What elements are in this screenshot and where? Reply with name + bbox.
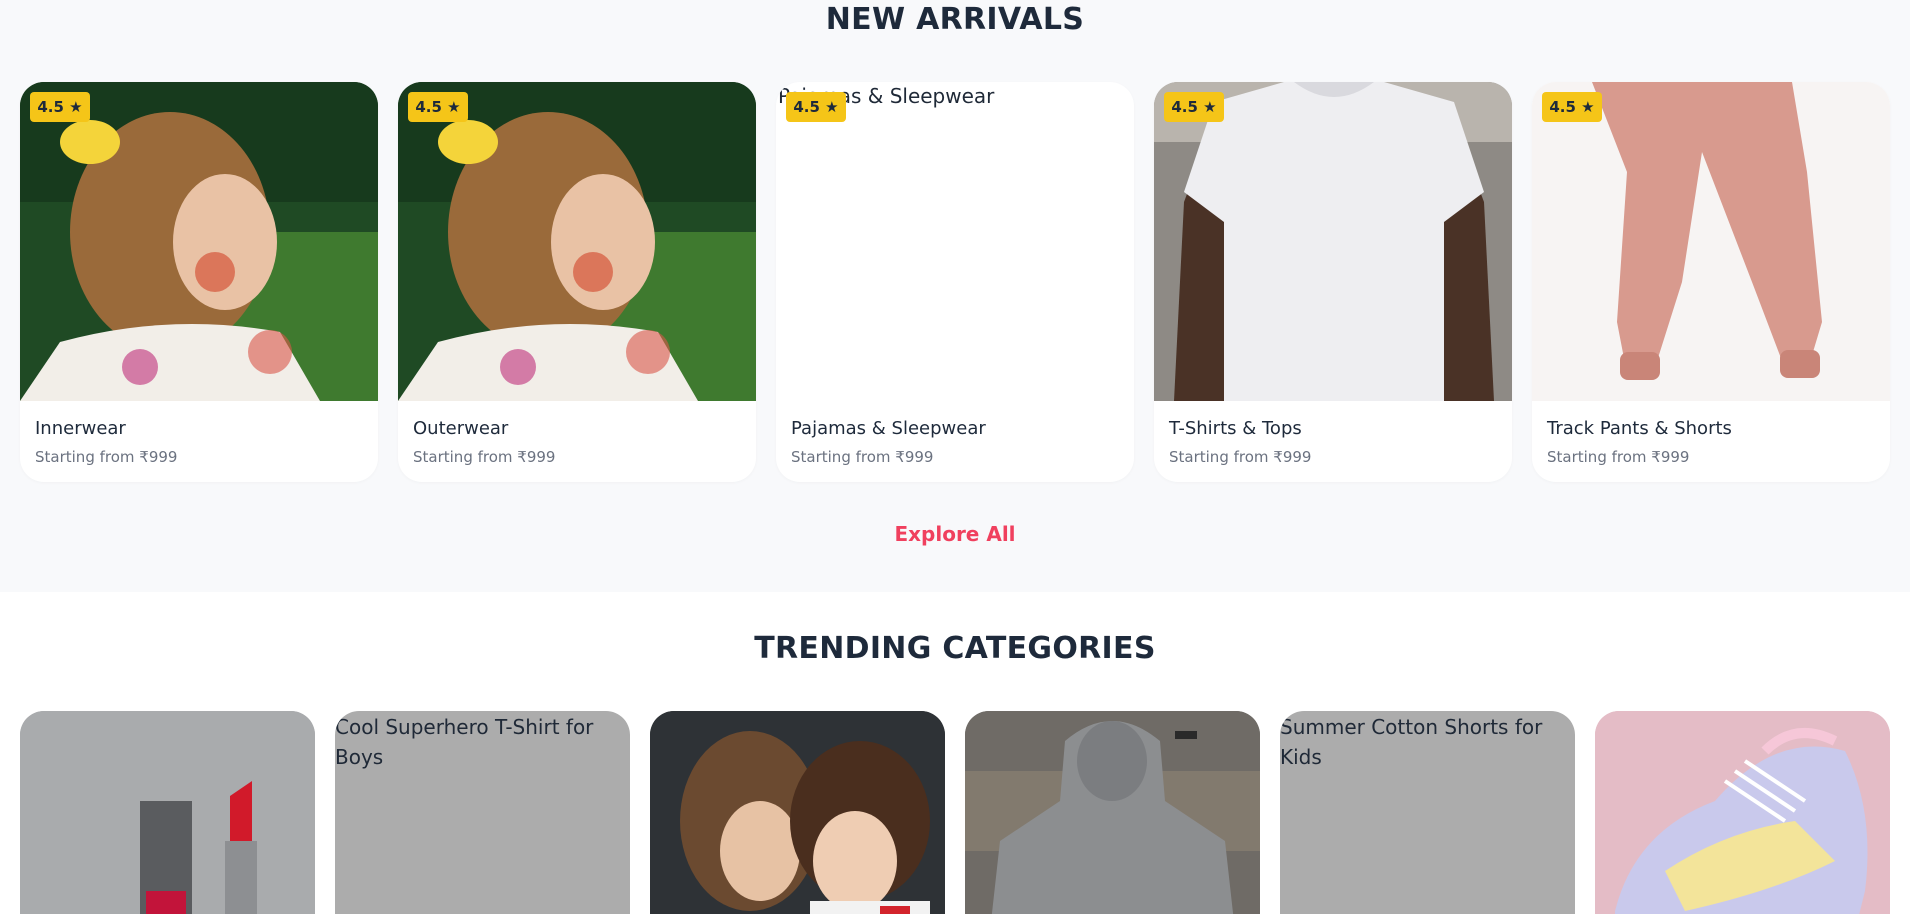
category-card-sneakers[interactable] (1595, 711, 1890, 914)
product-price: Starting from ₹999 (791, 448, 934, 466)
product-image-broken: Pajamas & Sleepwear (776, 82, 1134, 401)
trending-categories-heading: TRENDING CATEGORIES (754, 631, 1156, 666)
category-image (1595, 711, 1890, 914)
image-alt-text: Cool Superhero T-Shirt for Boys (335, 715, 594, 769)
product-name[interactable]: Innerwear (35, 418, 126, 439)
product-name[interactable]: Track Pants & Shorts (1547, 418, 1732, 439)
rating-badge: 4.5 ★ (786, 92, 846, 122)
new-arrivals-section: NEW ARRIVALS 4.5 ★ Innerwear Starting fr… (0, 0, 1910, 592)
product-card-track-pants-shorts[interactable]: 4.5 ★ Track Pants & Shorts Starting from… (1532, 82, 1890, 482)
product-name[interactable]: T-Shirts & Tops (1169, 418, 1302, 439)
product-price: Starting from ₹999 (1547, 448, 1690, 466)
category-image (20, 711, 315, 914)
product-price: Starting from ₹999 (1169, 448, 1312, 466)
product-card-innerwear[interactable]: 4.5 ★ Innerwear Starting from ₹999 (20, 82, 378, 482)
product-card-pajamas-sleepwear[interactable]: Pajamas & Sleepwear 4.5 ★ Pajamas & Slee… (776, 82, 1134, 482)
product-card-tshirts-tops[interactable]: 4.5 ★ T-Shirts & Tops Starting from ₹999 (1154, 82, 1512, 482)
image-alt-text: Summer Cotton Shorts for Kids (1280, 715, 1543, 769)
category-image (650, 711, 945, 914)
category-image (965, 711, 1260, 914)
product-image (20, 82, 378, 401)
category-card-superhero-tshirt[interactable]: Cool Superhero T-Shirt for Boys (335, 711, 630, 914)
product-name[interactable]: Pajamas & Sleepwear (791, 418, 986, 439)
product-price: Starting from ₹999 (35, 448, 178, 466)
category-card-cosmetics[interactable] (20, 711, 315, 914)
product-price: Starting from ₹999 (413, 448, 556, 466)
product-image (1532, 82, 1890, 401)
explore-all-link[interactable]: Explore All (0, 522, 1910, 546)
product-card-outerwear[interactable]: 4.5 ★ Outerwear Starting from ₹999 (398, 82, 756, 482)
category-card-kids[interactable] (650, 711, 945, 914)
category-card-summer-shorts[interactable]: Summer Cotton Shorts for Kids (1280, 711, 1575, 914)
rating-badge: 4.5 ★ (408, 92, 468, 122)
category-card-hoodie[interactable] (965, 711, 1260, 914)
product-name[interactable]: Outerwear (413, 418, 508, 439)
rating-badge: 4.5 ★ (1542, 92, 1602, 122)
rating-badge: 4.5 ★ (1164, 92, 1224, 122)
product-image (398, 82, 756, 401)
new-arrivals-heading: NEW ARRIVALS (825, 2, 1085, 37)
rating-badge: 4.5 ★ (30, 92, 90, 122)
product-image (1154, 82, 1512, 401)
